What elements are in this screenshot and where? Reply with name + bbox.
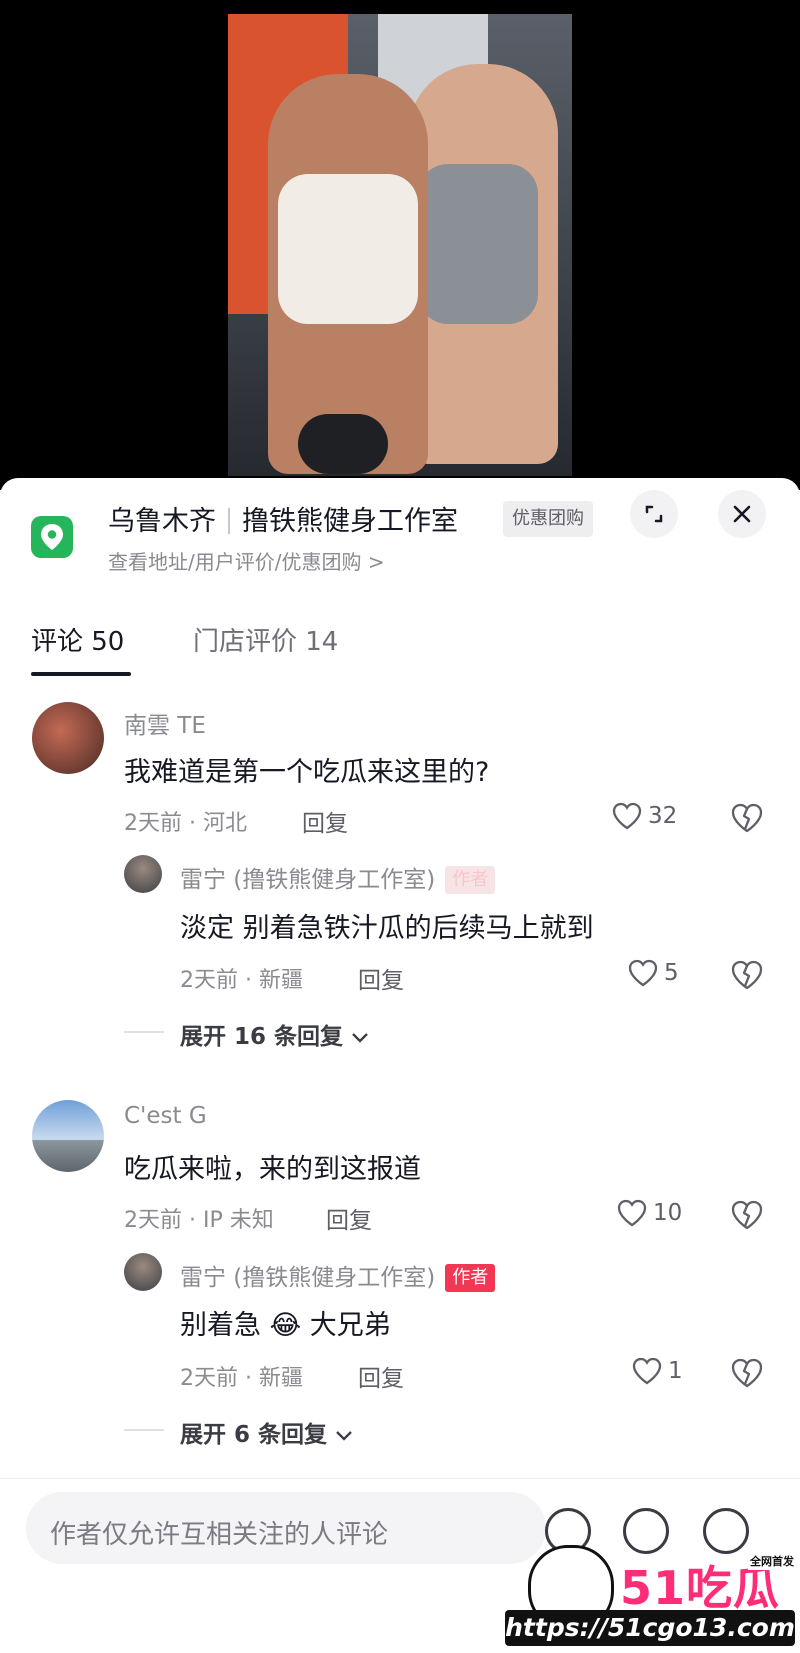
reply-username-text: 雷宁 (撸铁熊健身工作室) — [180, 867, 436, 893]
like-count: 5 — [664, 960, 679, 986]
dislike-icon[interactable] — [730, 1357, 764, 1389]
location-pin-icon[interactable] — [31, 516, 73, 558]
watermark-url: https://51cgo13.com — [505, 1610, 795, 1646]
reply-button[interactable]: 回复 — [326, 1201, 372, 1235]
avatar[interactable] — [32, 1100, 104, 1172]
emoji-icon[interactable] — [703, 1508, 749, 1554]
like-button[interactable]: 5 — [628, 959, 679, 987]
reply-username[interactable]: 雷宁 (撸铁熊健身工作室) 作者 — [180, 1258, 496, 1292]
shop-subtitle-link[interactable]: 查看地址/用户评价/优惠团购 > — [108, 546, 385, 575]
avatar[interactable] — [124, 855, 162, 893]
comment-meta: 2天前 · IP 未知 — [124, 1208, 274, 1233]
expand-icon — [645, 505, 663, 523]
expand-replies-label: 展开 16 条回复 — [180, 1024, 344, 1050]
comment-username[interactable]: C'est G — [124, 1103, 207, 1129]
like-button[interactable]: 1 — [632, 1357, 683, 1385]
heart-icon — [628, 959, 658, 987]
chevron-down-icon — [336, 1431, 352, 1441]
heart-icon — [612, 802, 642, 830]
expand-replies-button[interactable]: 展开 16 条回复 — [180, 1017, 369, 1051]
author-badge: 作者 — [445, 866, 496, 894]
heart-icon — [617, 1199, 647, 1227]
like-count: 32 — [648, 803, 678, 829]
expand-divider — [124, 1429, 164, 1431]
heart-icon — [632, 1357, 662, 1385]
author-badge: 作者 — [445, 1264, 496, 1292]
reply-button[interactable]: 回复 — [302, 804, 348, 838]
tab-comments[interactable]: 评论 50 — [31, 621, 124, 658]
shop-city: 乌鲁木齐 — [108, 506, 216, 537]
image-icon[interactable] — [623, 1508, 669, 1554]
video-frame — [228, 14, 572, 476]
like-count: 1 — [668, 1358, 683, 1384]
expand-replies-label: 展开 6 条回复 — [180, 1422, 328, 1448]
comment-meta: 2天前 · 河北 — [124, 811, 247, 836]
shop-name: 撸铁熊健身工作室 — [242, 506, 458, 537]
watermark-tag: 全网首发 — [748, 1552, 796, 1570]
like-count: 10 — [653, 1200, 683, 1226]
reply-button[interactable]: 回复 — [358, 1359, 404, 1393]
comment-text: 我难道是第一个吃瓜来这里的? — [124, 757, 490, 788]
reply-username-text: 雷宁 (撸铁熊健身工作室) — [180, 1265, 436, 1291]
tab-store-reviews[interactable]: 门店评价 14 — [193, 621, 338, 658]
close-button[interactable] — [718, 490, 766, 538]
expand-divider — [124, 1031, 164, 1033]
dislike-icon[interactable] — [730, 802, 764, 834]
comment-username[interactable]: 南雲 TE — [124, 706, 206, 740]
promo-tag[interactable]: 优惠团购 — [503, 501, 593, 537]
comment-text: 吃瓜来啦，来的到这报道 — [124, 1154, 421, 1185]
chevron-down-icon — [352, 1033, 368, 1043]
reply-text: 淡定 别着急铁汁瓜的后续马上就到 — [180, 913, 594, 944]
reply-meta: 2天前 · 新疆 — [180, 1366, 303, 1391]
active-tab-indicator — [31, 672, 131, 676]
reply-username[interactable]: 雷宁 (撸铁熊健身工作室) 作者 — [180, 860, 496, 894]
title-divider — [228, 508, 230, 534]
comment-input-placeholder: 作者仅允许互相关注的人评论 — [50, 1520, 389, 1550]
reply-meta: 2天前 · 新疆 — [180, 968, 303, 993]
close-icon — [733, 505, 751, 523]
dislike-icon[interactable] — [730, 1199, 764, 1231]
avatar[interactable] — [124, 1253, 162, 1291]
expand-button[interactable] — [630, 490, 678, 538]
dislike-icon[interactable] — [730, 959, 764, 991]
shop-title[interactable]: 乌鲁木齐 撸铁熊健身工作室 — [108, 499, 458, 538]
video-player[interactable] — [0, 0, 800, 490]
expand-replies-button[interactable]: 展开 6 条回复 — [180, 1415, 353, 1449]
reply-text: 别着急 😂 大兄弟 — [180, 1310, 391, 1341]
avatar[interactable] — [32, 702, 104, 774]
like-button[interactable]: 10 — [617, 1199, 682, 1227]
like-button[interactable]: 32 — [612, 802, 677, 830]
reply-button[interactable]: 回复 — [358, 961, 404, 995]
